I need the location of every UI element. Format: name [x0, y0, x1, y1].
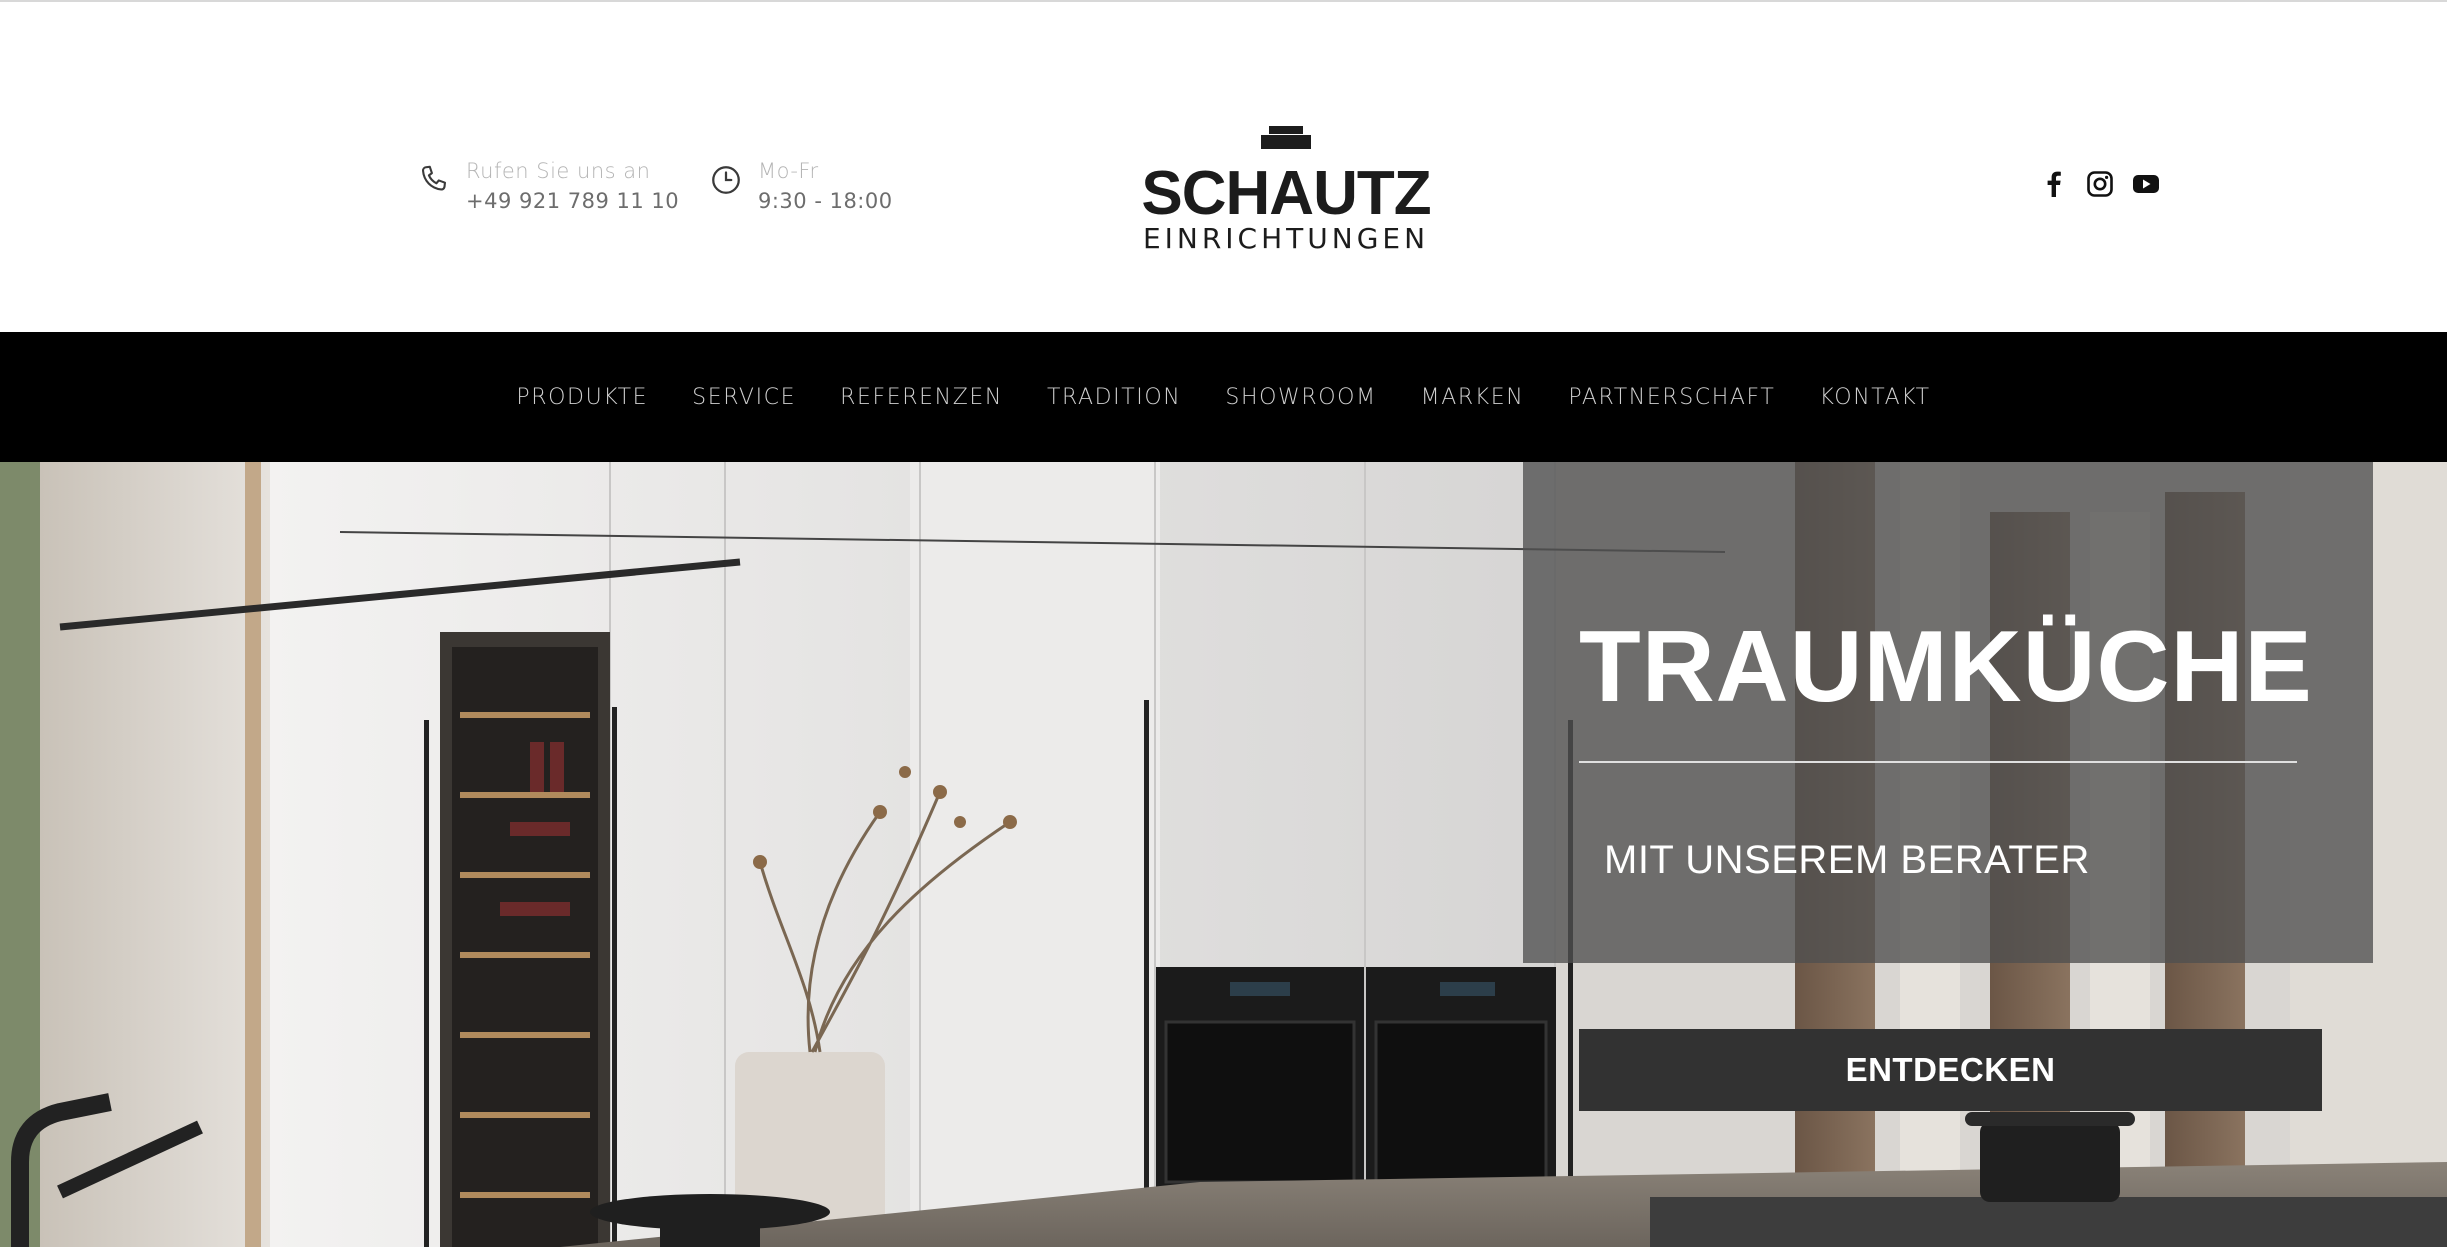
site-header: Rufen Sie uns an +49 921 789 11 10 Mo-Fr…	[0, 2, 2447, 332]
instagram-icon	[2087, 171, 2113, 197]
nav-item-showroom[interactable]: SHOWROOM	[1225, 385, 1376, 410]
nav-item-service[interactable]: SERVICE	[692, 385, 796, 410]
brand-logo[interactable]: SCHAUTZ EINRICHTUNGEN	[1116, 126, 1456, 250]
youtube-icon	[2133, 175, 2159, 193]
nav-item-tradition[interactable]: TRADITION	[1047, 385, 1181, 410]
hero-title: TRAUMKÜCHE	[1579, 611, 2313, 723]
nav-item-partnerschaft[interactable]: PARTNERSCHAFT	[1568, 385, 1775, 410]
main-navigation: PRODUKTE SERVICE REFERENZEN TRADITION SH…	[0, 332, 2447, 462]
discover-button[interactable]: ENTDECKEN	[1579, 1029, 2322, 1111]
nav-item-kontakt[interactable]: KONTAKT	[1819, 385, 1930, 410]
clock-icon	[712, 166, 740, 194]
youtube-link[interactable]	[2132, 170, 2160, 198]
social-links	[2040, 170, 2160, 198]
nav-item-marken[interactable]: MARKEN	[1421, 385, 1525, 410]
sofa-icon	[1261, 126, 1311, 149]
facebook-link[interactable]	[2040, 170, 2068, 198]
hours-time: 9:30 - 18:00	[758, 189, 893, 213]
hero-divider	[1579, 761, 2297, 763]
nav-item-referenzen[interactable]: REFERENZEN	[840, 385, 1003, 410]
phone-label: Rufen Sie uns an	[466, 159, 651, 183]
hours-label: Mo-Fr	[758, 159, 819, 183]
logo-tagline: EINRICHTUNGEN	[1143, 222, 1429, 250]
nav-item-produkte[interactable]: PRODUKTE	[516, 385, 648, 410]
hero-subtitle: MIT UNSEREM BERATER	[1604, 838, 2090, 882]
phone-icon	[421, 165, 446, 191]
opening-hours: Mo-Fr 9:30 - 18:00	[708, 156, 893, 216]
logo-name: SCHAUTZ	[1141, 159, 1430, 228]
phone-number[interactable]: +49 921 789 11 10	[466, 186, 679, 216]
phone-contact[interactable]: Rufen Sie uns an +49 921 789 11 10	[416, 156, 679, 216]
facebook-icon	[2047, 171, 2061, 197]
instagram-link[interactable]	[2086, 170, 2114, 198]
